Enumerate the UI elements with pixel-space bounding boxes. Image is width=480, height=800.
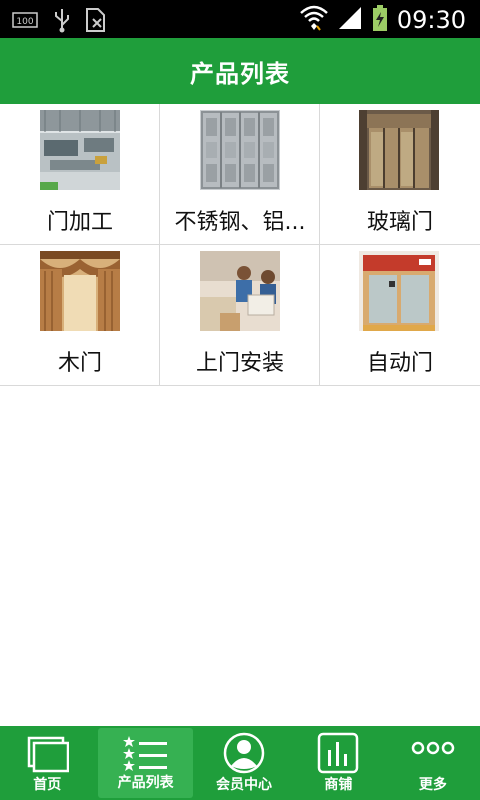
battery-100-icon: 100 <box>12 10 40 34</box>
nav-label: 更多 <box>418 777 447 793</box>
product-item-stainless-aluminum[interactable]: 不锈钢、铝... <box>160 104 320 245</box>
svg-text:100: 100 <box>16 17 33 27</box>
product-label: 门加工 <box>46 210 113 235</box>
wifi-icon <box>299 4 329 36</box>
product-label: 自动门 <box>366 351 433 376</box>
list-icon <box>122 734 169 778</box>
product-item-glass-door[interactable]: 玻璃门 <box>320 104 480 245</box>
product-label: 木门 <box>57 351 102 376</box>
status-bar: 100 09:30 <box>0 0 480 38</box>
product-item-installation[interactable]: 上门安装 <box>160 245 320 386</box>
nav-item-member-center[interactable]: 会员中心 <box>197 726 291 800</box>
product-label: 上门安装 <box>195 351 284 376</box>
installers-photo <box>200 251 280 331</box>
title-bar: 产品列表 <box>0 38 480 104</box>
nav-item-product-list[interactable]: 产品列表 <box>98 728 193 798</box>
steel-door-photo <box>200 110 280 190</box>
chart-icon <box>316 732 360 778</box>
bottom-nav: 首页 产品列表 会员中心 商铺 更多 <box>0 726 480 800</box>
product-label: 玻璃门 <box>366 210 433 235</box>
member-icon <box>222 732 266 778</box>
product-grid: 门加工 不锈钢、铝... 玻璃门 木门 上门安装 自动门 <box>0 104 480 386</box>
home-icon <box>25 732 70 778</box>
nav-item-shop[interactable]: 商铺 <box>291 726 385 800</box>
more-icon <box>411 740 455 760</box>
usb-icon <box>52 7 72 37</box>
nav-item-more[interactable]: 更多 <box>386 726 480 800</box>
product-item-automatic-door[interactable]: 自动门 <box>320 245 480 386</box>
product-label: 不锈钢、铝... <box>174 210 306 235</box>
page-title: 产品列表 <box>190 59 290 88</box>
product-item-door-processing[interactable]: 门加工 <box>0 104 160 245</box>
sim-icon <box>84 7 108 37</box>
glass-door-photo <box>359 110 439 190</box>
battery-charging-icon <box>371 4 389 36</box>
curtain-photo <box>40 251 120 331</box>
automatic-door-photo <box>359 251 439 331</box>
status-time: 09:30 <box>396 6 466 34</box>
signal-icon <box>337 5 363 35</box>
factory-floor-photo <box>40 110 120 190</box>
nav-item-home[interactable]: 首页 <box>0 726 94 800</box>
product-item-wood-door[interactable]: 木门 <box>0 245 160 386</box>
